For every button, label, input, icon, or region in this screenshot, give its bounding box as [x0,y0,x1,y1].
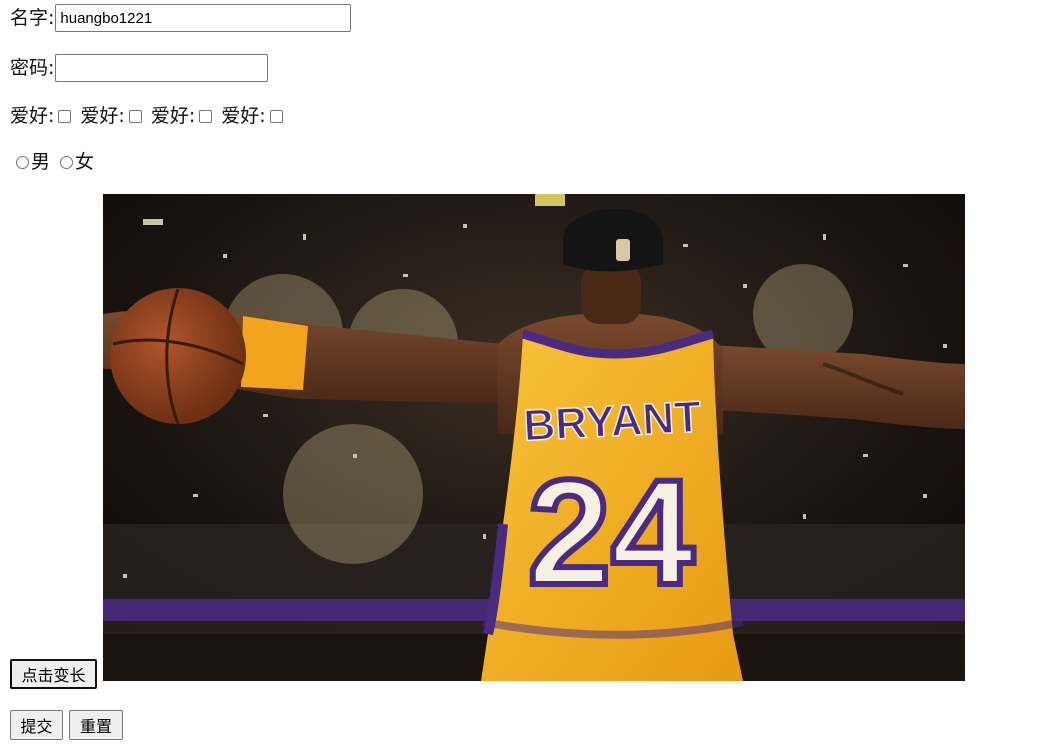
form-page: 名字: 密码: 爱好: 爱好: 爱好: 爱好: 男 女 [0,0,1044,753]
hobby-checkbox-2[interactable] [128,109,142,123]
gender-label-female: 女 [75,151,95,173]
hobby-row: 爱好: 爱好: 爱好: 爱好: [10,104,292,128]
gender-radio-female[interactable] [60,155,74,169]
submit-button[interactable]: 提交 [10,710,63,740]
name-row: 名字: [10,4,352,32]
jersey-name-text: BRYANT [522,392,702,450]
gender-radio-male[interactable] [16,155,29,169]
grow-button[interactable]: 点击变长 [10,659,97,689]
gender-label-male: 男 [31,151,51,173]
kobe-photo: BRYANT 24 [103,194,965,681]
gender-row: 男 女 [10,150,94,174]
hobby-checkbox-1[interactable] [58,109,72,123]
password-label: 密码: [10,57,55,79]
name-input[interactable] [55,4,352,32]
jersey-number-text: 24 [528,448,695,616]
hobby-checkbox-4[interactable] [269,109,283,123]
hobby-checkbox-3[interactable] [199,109,213,123]
name-label: 名字: [10,7,55,29]
reset-button[interactable]: 重置 [69,710,123,740]
hobby-label-3: 爱好: [150,105,196,127]
hobby-label-2: 爱好: [80,105,125,127]
password-row: 密码: [10,54,269,82]
hobby-label-1: 爱好: [10,105,55,127]
hobby-label-4: 爱好: [221,105,266,127]
password-input[interactable] [55,54,269,82]
